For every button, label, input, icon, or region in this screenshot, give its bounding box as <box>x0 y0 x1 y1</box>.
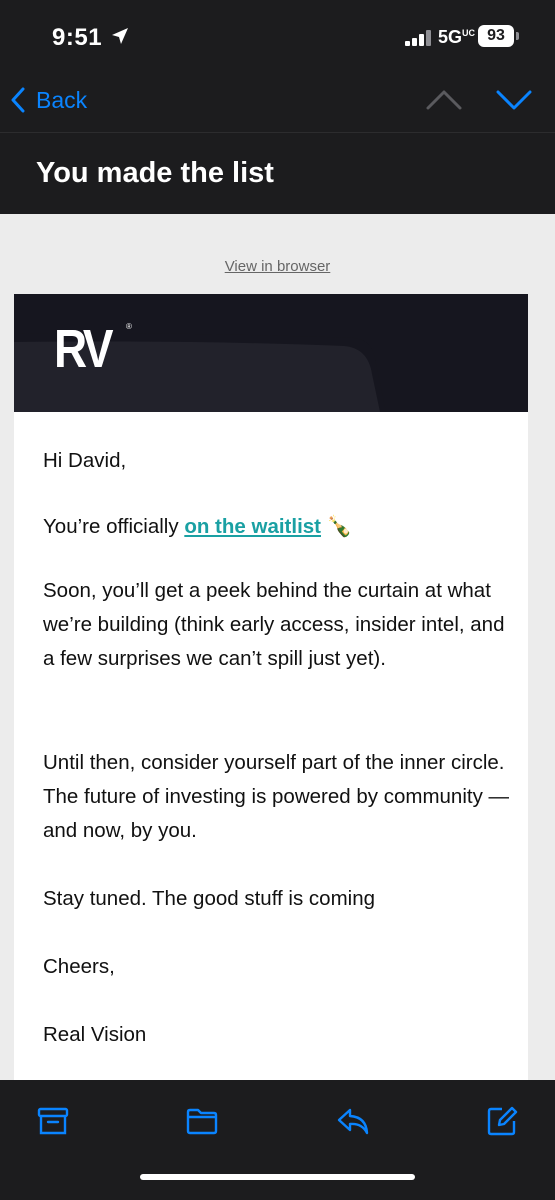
compose-icon[interactable] <box>485 1104 519 1138</box>
email-banner: RV ® <box>14 294 528 412</box>
email-subject: You made the list <box>36 157 274 189</box>
waitlist-link[interactable]: on the waitlist <box>184 515 321 538</box>
rv-logo: RV <box>54 319 114 379</box>
nav-bar: Back <box>0 72 555 132</box>
bottom-toolbar <box>0 1080 555 1200</box>
reply-icon[interactable] <box>336 1104 370 1138</box>
status-bar: 9:51 5GUC 93 <box>0 0 555 72</box>
view-in-browser-link[interactable]: View in browser <box>0 258 555 275</box>
location-arrow-icon <box>112 28 128 44</box>
registered-mark: ® <box>126 322 132 331</box>
waitlist-line: You’re officially on the waitlist 🍾 <box>43 510 513 544</box>
email-body[interactable]: View in browser RV ® Hi David, You’re of… <box>0 214 555 1080</box>
email-card: Hi David, You’re officially on the waitl… <box>14 412 528 1080</box>
body-paragraph-4: Stay tuned. The good stuff is coming <box>43 887 376 910</box>
back-button[interactable]: Back <box>10 82 87 118</box>
body-paragraph-3: Until then, consider yourself part of th… <box>43 751 510 842</box>
subject-header: You made the list <box>0 132 555 214</box>
chevron-left-icon <box>11 87 25 113</box>
archive-icon[interactable] <box>36 1104 70 1138</box>
greeting: Hi David, <box>43 449 127 472</box>
sign-off: Cheers, <box>43 955 115 978</box>
network-type: 5GUC <box>438 27 476 47</box>
signal-strength-icon <box>405 30 433 46</box>
home-indicator <box>140 1174 415 1180</box>
champagne-emoji: 🍾 <box>326 515 353 538</box>
folder-icon[interactable] <box>185 1104 219 1138</box>
waitlist-prefix: You’re officially <box>43 515 185 538</box>
battery-tip <box>516 32 519 40</box>
signature: Real Vision <box>43 1023 147 1046</box>
chevron-up-icon[interactable] <box>424 86 464 112</box>
back-label: Back <box>36 86 88 113</box>
chevron-down-icon[interactable] <box>494 86 534 112</box>
body-paragraph-2: Soon, you’ll get a peek behind the curta… <box>43 579 505 670</box>
battery-indicator: 93 <box>478 25 514 47</box>
status-time: 9:51 <box>52 24 103 51</box>
